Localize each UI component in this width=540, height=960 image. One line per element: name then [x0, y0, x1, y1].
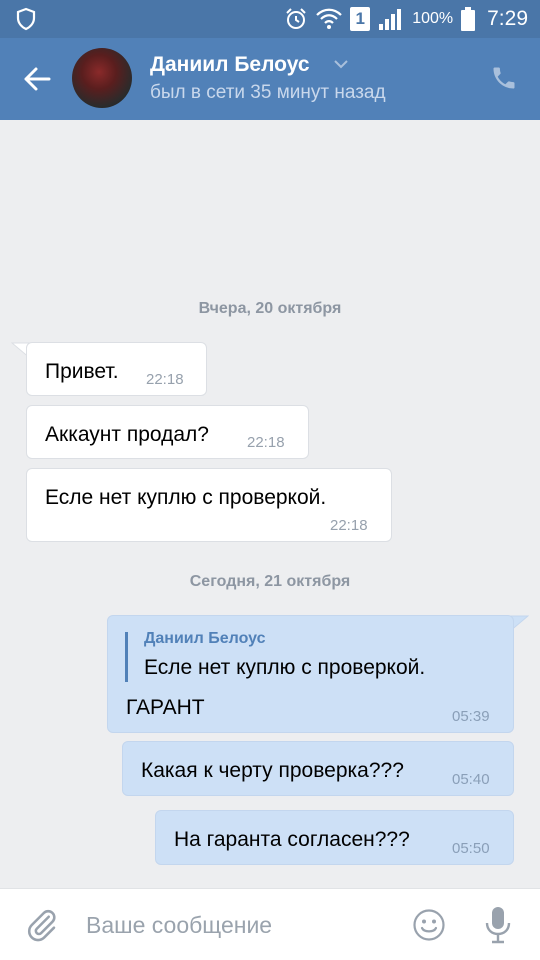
message-time: 22:18 — [330, 517, 368, 534]
quote-bar — [125, 632, 128, 682]
message-outgoing[interactable]: На гаранта согласен??? 05:50 — [155, 810, 514, 865]
clock: 7:29 — [487, 7, 528, 30]
status-bar: 1 100% 7:29 — [0, 0, 540, 38]
message-outgoing[interactable]: Какая к черту проверка??? 05:40 — [122, 741, 514, 796]
message-composer — [0, 888, 540, 960]
battery-icon — [461, 7, 476, 31]
message-incoming[interactable]: Привет. 22:18 — [26, 342, 207, 396]
quote-text: Есле нет куплю с проверкой. — [144, 656, 426, 679]
message-time: 22:18 — [146, 371, 184, 388]
message-time: 05:39 — [452, 708, 490, 725]
paperclip-icon[interactable] — [24, 907, 60, 943]
message-time: 05:40 — [452, 771, 490, 788]
chevron-down-icon[interactable] — [333, 59, 349, 69]
shield-icon — [16, 7, 36, 31]
back-arrow-icon[interactable] — [20, 62, 54, 96]
message-time: 05:50 — [452, 840, 490, 857]
message-outgoing[interactable]: Даниил Белоус Есле нет куплю с проверкой… — [107, 615, 514, 733]
contact-status: был в сети 35 минут назад — [150, 82, 386, 103]
message-incoming[interactable]: Аккаунт продал? 22:18 — [26, 405, 309, 459]
battery-percent: 100% — [412, 10, 454, 27]
message-text: Есле нет куплю с проверкой. — [45, 486, 327, 509]
wifi-icon — [316, 8, 342, 29]
date-separator: Сегодня, 21 октября — [189, 573, 351, 590]
message-text: На гаранта согласен??? — [174, 828, 410, 851]
chat-header: Даниил Белоус был в сети 35 минут назад — [0, 38, 540, 120]
microphone-icon[interactable] — [484, 905, 512, 945]
phone-icon[interactable] — [490, 64, 518, 92]
message-time: 22:18 — [247, 434, 285, 451]
signal-icon — [379, 9, 402, 30]
date-separator: Вчера, 20 октября — [198, 300, 342, 317]
emoji-icon[interactable] — [412, 908, 446, 942]
sim-icon: 1 — [350, 7, 371, 31]
quote-author: Даниил Белоус — [144, 630, 266, 647]
message-input[interactable] — [86, 909, 386, 941]
message-text: Какая к черту проверка??? — [141, 759, 404, 782]
avatar[interactable] — [72, 48, 132, 108]
message-text: ГАРАНТ — [126, 696, 205, 719]
contact-name[interactable]: Даниил Белоус — [150, 53, 310, 77]
alarm-icon — [286, 8, 306, 29]
message-incoming[interactable]: Есле нет куплю с проверкой. 22:18 — [26, 468, 392, 542]
message-text: Привет. — [45, 360, 119, 383]
message-text: Аккаунт продал? — [45, 423, 209, 446]
